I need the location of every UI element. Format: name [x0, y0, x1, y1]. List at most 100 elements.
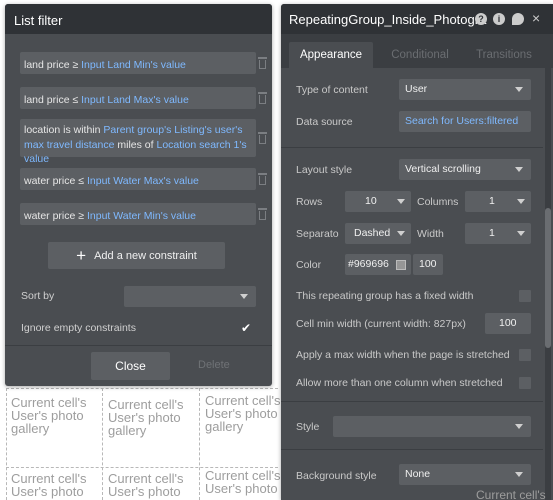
cell-text: Current cell's User's photo	[108, 471, 184, 499]
columns-value: 1	[489, 195, 495, 207]
sort-by-select[interactable]	[124, 286, 256, 307]
trash-icon[interactable]	[257, 173, 268, 185]
list-filter-panel: List filter land price ≥ Input Land Min'…	[5, 4, 272, 386]
constraint-water-max[interactable]: water price ≤ Input Water Max's value	[20, 168, 256, 190]
color-hex-value: #969696	[348, 258, 389, 270]
more-columns-label: Allow more than one column when stretche…	[296, 377, 503, 389]
cell-text: Current cell's	[476, 488, 546, 500]
divider	[281, 401, 543, 402]
type-of-content-label: Type of content	[296, 84, 368, 96]
background-style-select[interactable]: None	[399, 464, 531, 485]
dynamic-expression[interactable]: Input Water Min's value	[87, 210, 196, 222]
data-source-label: Data source	[296, 116, 353, 128]
close-button[interactable]: Close	[91, 352, 170, 380]
dynamic-expression[interactable]: Input Land Max's value	[81, 94, 189, 106]
add-constraint-button[interactable]: + Add a new constraint	[48, 242, 225, 269]
cell-text: Current cell's User's photo	[11, 471, 87, 499]
chevron-down-icon	[515, 424, 523, 429]
chevron-down-icon	[517, 199, 525, 204]
rows-value: 10	[365, 195, 377, 207]
scrollbar[interactable]	[545, 68, 551, 500]
layout-style-value: Vertical scrolling	[405, 163, 481, 175]
chevron-down-icon	[517, 231, 525, 236]
color-swatch[interactable]	[396, 260, 406, 270]
delete-button[interactable]: Delete	[198, 359, 230, 371]
chevron-down-icon	[397, 231, 405, 236]
cell-min-width-value: 100	[499, 317, 517, 329]
color-label: Color	[296, 259, 322, 271]
background-style-label: Background style	[296, 470, 377, 482]
constraint-water-min[interactable]: water price ≥ Input Water Min's value	[20, 203, 256, 225]
width-select[interactable]: 1	[465, 223, 531, 244]
fixed-width-checkbox[interactable]	[519, 290, 531, 302]
ignore-empty-checkbox[interactable]: ✔	[241, 321, 255, 335]
trash-icon[interactable]	[257, 208, 268, 220]
comment-icon[interactable]	[512, 13, 524, 25]
type-of-content-select[interactable]: User	[399, 79, 531, 100]
max-width-checkbox[interactable]	[519, 349, 531, 361]
plus-icon: +	[76, 246, 87, 265]
checkmark-icon: ✔	[241, 321, 252, 335]
style-select[interactable]	[333, 416, 531, 437]
columns-select[interactable]: 1	[465, 191, 531, 212]
rows-select[interactable]: 10	[345, 191, 411, 212]
separator-value: Dashed	[354, 227, 391, 239]
separator-label: Separato	[296, 228, 339, 240]
cell-text: Current cell's User's photo gallery	[11, 395, 87, 436]
chevron-down-icon	[515, 167, 523, 172]
constraint-location[interactable]: location is within Parent group's Listin…	[20, 119, 256, 165]
constraint-text: water price ≤	[24, 175, 85, 187]
chevron-down-icon	[515, 87, 523, 92]
sort-by-label: Sort by	[21, 290, 55, 302]
chevron-down-icon	[397, 199, 405, 204]
help-icon[interactable]: ?	[475, 13, 487, 25]
layout-style-label: Layout style	[296, 164, 353, 176]
cell-separator	[6, 388, 7, 500]
cell-text: Current cell's User's photo gallery	[108, 397, 184, 438]
divider	[281, 147, 543, 148]
type-of-content-value: User	[405, 83, 428, 95]
background-style-value: None	[405, 468, 431, 480]
constraint-land-max[interactable]: land price ≤ Input Land Max's value	[20, 87, 256, 109]
ignore-empty-label: Ignore empty constraints	[21, 322, 136, 334]
property-tabs: Appearance Conditional Transitions	[281, 34, 553, 68]
tab-transitions[interactable]: Transitions	[459, 42, 549, 68]
max-width-label: Apply a max width when the page is stret…	[296, 349, 510, 361]
fixed-width-label: This repeating group has a fixed width	[296, 290, 474, 302]
color-opacity-field[interactable]: 100	[413, 254, 443, 275]
trash-icon[interactable]	[257, 92, 268, 104]
property-editor-panel: RepeatingGroup_Inside_Photogra ? i × App…	[281, 4, 553, 500]
tab-conditional[interactable]: Conditional	[377, 42, 463, 68]
columns-label: Columns	[417, 196, 459, 208]
color-opacity-value: 100	[419, 258, 437, 270]
dynamic-expression[interactable]: Input Land Min's value	[81, 59, 186, 71]
list-filter-title[interactable]: List filter	[5, 4, 272, 34]
add-constraint-label: Add a new constraint	[94, 250, 197, 262]
info-icon[interactable]: i	[493, 13, 505, 25]
element-name: RepeatingGroup_Inside_Photogra	[289, 12, 487, 27]
divider	[281, 449, 543, 450]
trash-icon[interactable]	[257, 57, 268, 69]
trash-icon[interactable]	[257, 132, 268, 144]
tab-appearance[interactable]: Appearance	[289, 42, 373, 68]
constraint-text: water price ≥	[24, 210, 85, 222]
cell-min-width-field[interactable]: 100	[485, 313, 531, 334]
scrollbar-thumb[interactable]	[545, 208, 551, 348]
layout-style-select[interactable]: Vertical scrolling	[399, 159, 531, 180]
data-source-field[interactable]: Search for Users:filtered	[399, 111, 531, 132]
constraint-land-min[interactable]: land price ≥ Input Land Min's value	[20, 52, 256, 74]
width-label: Width	[417, 228, 444, 240]
constraint-text: land price ≤	[24, 94, 79, 106]
rows-label: Rows	[296, 196, 323, 208]
cell-min-width-label: Cell min width (current width: 827px)	[296, 318, 466, 330]
cell-separator	[6, 388, 278, 389]
chevron-down-icon	[515, 472, 523, 477]
constraint-text: land price ≥	[24, 59, 79, 71]
chevron-down-icon	[240, 294, 248, 299]
dynamic-expression[interactable]: Input Water Max's value	[87, 175, 199, 187]
more-columns-checkbox[interactable]	[519, 377, 531, 389]
divider	[5, 345, 272, 346]
close-icon[interactable]: ×	[532, 10, 540, 26]
separator-select[interactable]: Dashed	[345, 223, 411, 244]
style-label: Style	[296, 421, 320, 433]
